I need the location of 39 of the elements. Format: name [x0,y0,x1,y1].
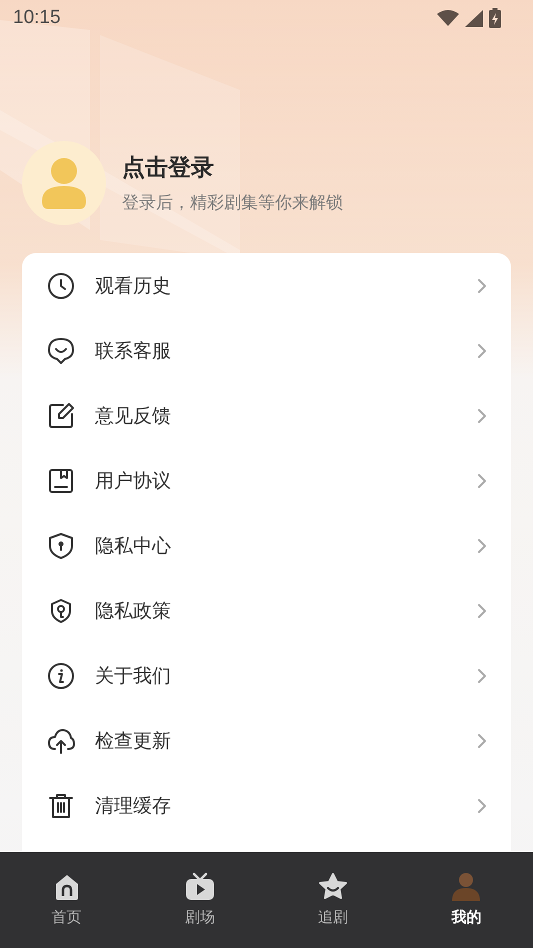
menu-item[interactable]: 联系客服 [22,318,511,383]
chevron-right-icon [477,602,487,618]
trash-icon [47,792,75,820]
login-title[interactable]: 点击登录 [122,152,343,183]
chevron-right-icon [477,798,487,814]
nav-tab[interactable]: 追剧 [266,852,400,948]
chevron-right-icon [477,278,487,294]
menu-item[interactable]: 检查更新 [22,708,511,773]
menu-item[interactable]: 意见反馈 [22,383,511,448]
star-icon [318,872,348,902]
nav-tab[interactable]: 剧场 [133,852,266,948]
nav-tab[interactable]: 首页 [0,852,134,948]
chevron-right-icon [477,472,487,488]
menu-item[interactable]: 隐私政策 [22,578,511,643]
clock-time: 10:15 [13,7,61,29]
cloud-upload-icon [47,726,75,754]
menu-item[interactable]: 关于我们 [22,643,511,708]
signal-icon [465,10,483,26]
chevron-right-icon [477,408,487,424]
login-subtitle: 登录后，精彩剧集等你来解锁 [122,192,343,214]
tv-play-icon [184,872,215,902]
wifi-icon [437,10,459,26]
bookmark-document-icon [47,466,75,494]
edit-icon [47,402,75,430]
clock-icon [47,272,75,300]
chevron-right-icon [477,732,487,748]
chevron-right-icon [477,668,487,684]
menu-item[interactable]: 清理缓存 [22,773,511,838]
info-icon [47,662,75,690]
menu-item[interactable]: 观看历史 [22,253,511,318]
menu-item[interactable]: 隐私中心 [22,513,511,578]
chevron-right-icon [477,538,487,554]
person-icon [451,872,482,902]
nav-tab[interactable]: 我的 [400,852,533,948]
chevron-right-icon [477,342,487,358]
battery-icon [489,8,501,28]
chat-bubble-icon [47,336,75,364]
menu-item[interactable]: 用户协议 [22,448,511,513]
shield-lock-icon [47,532,75,560]
